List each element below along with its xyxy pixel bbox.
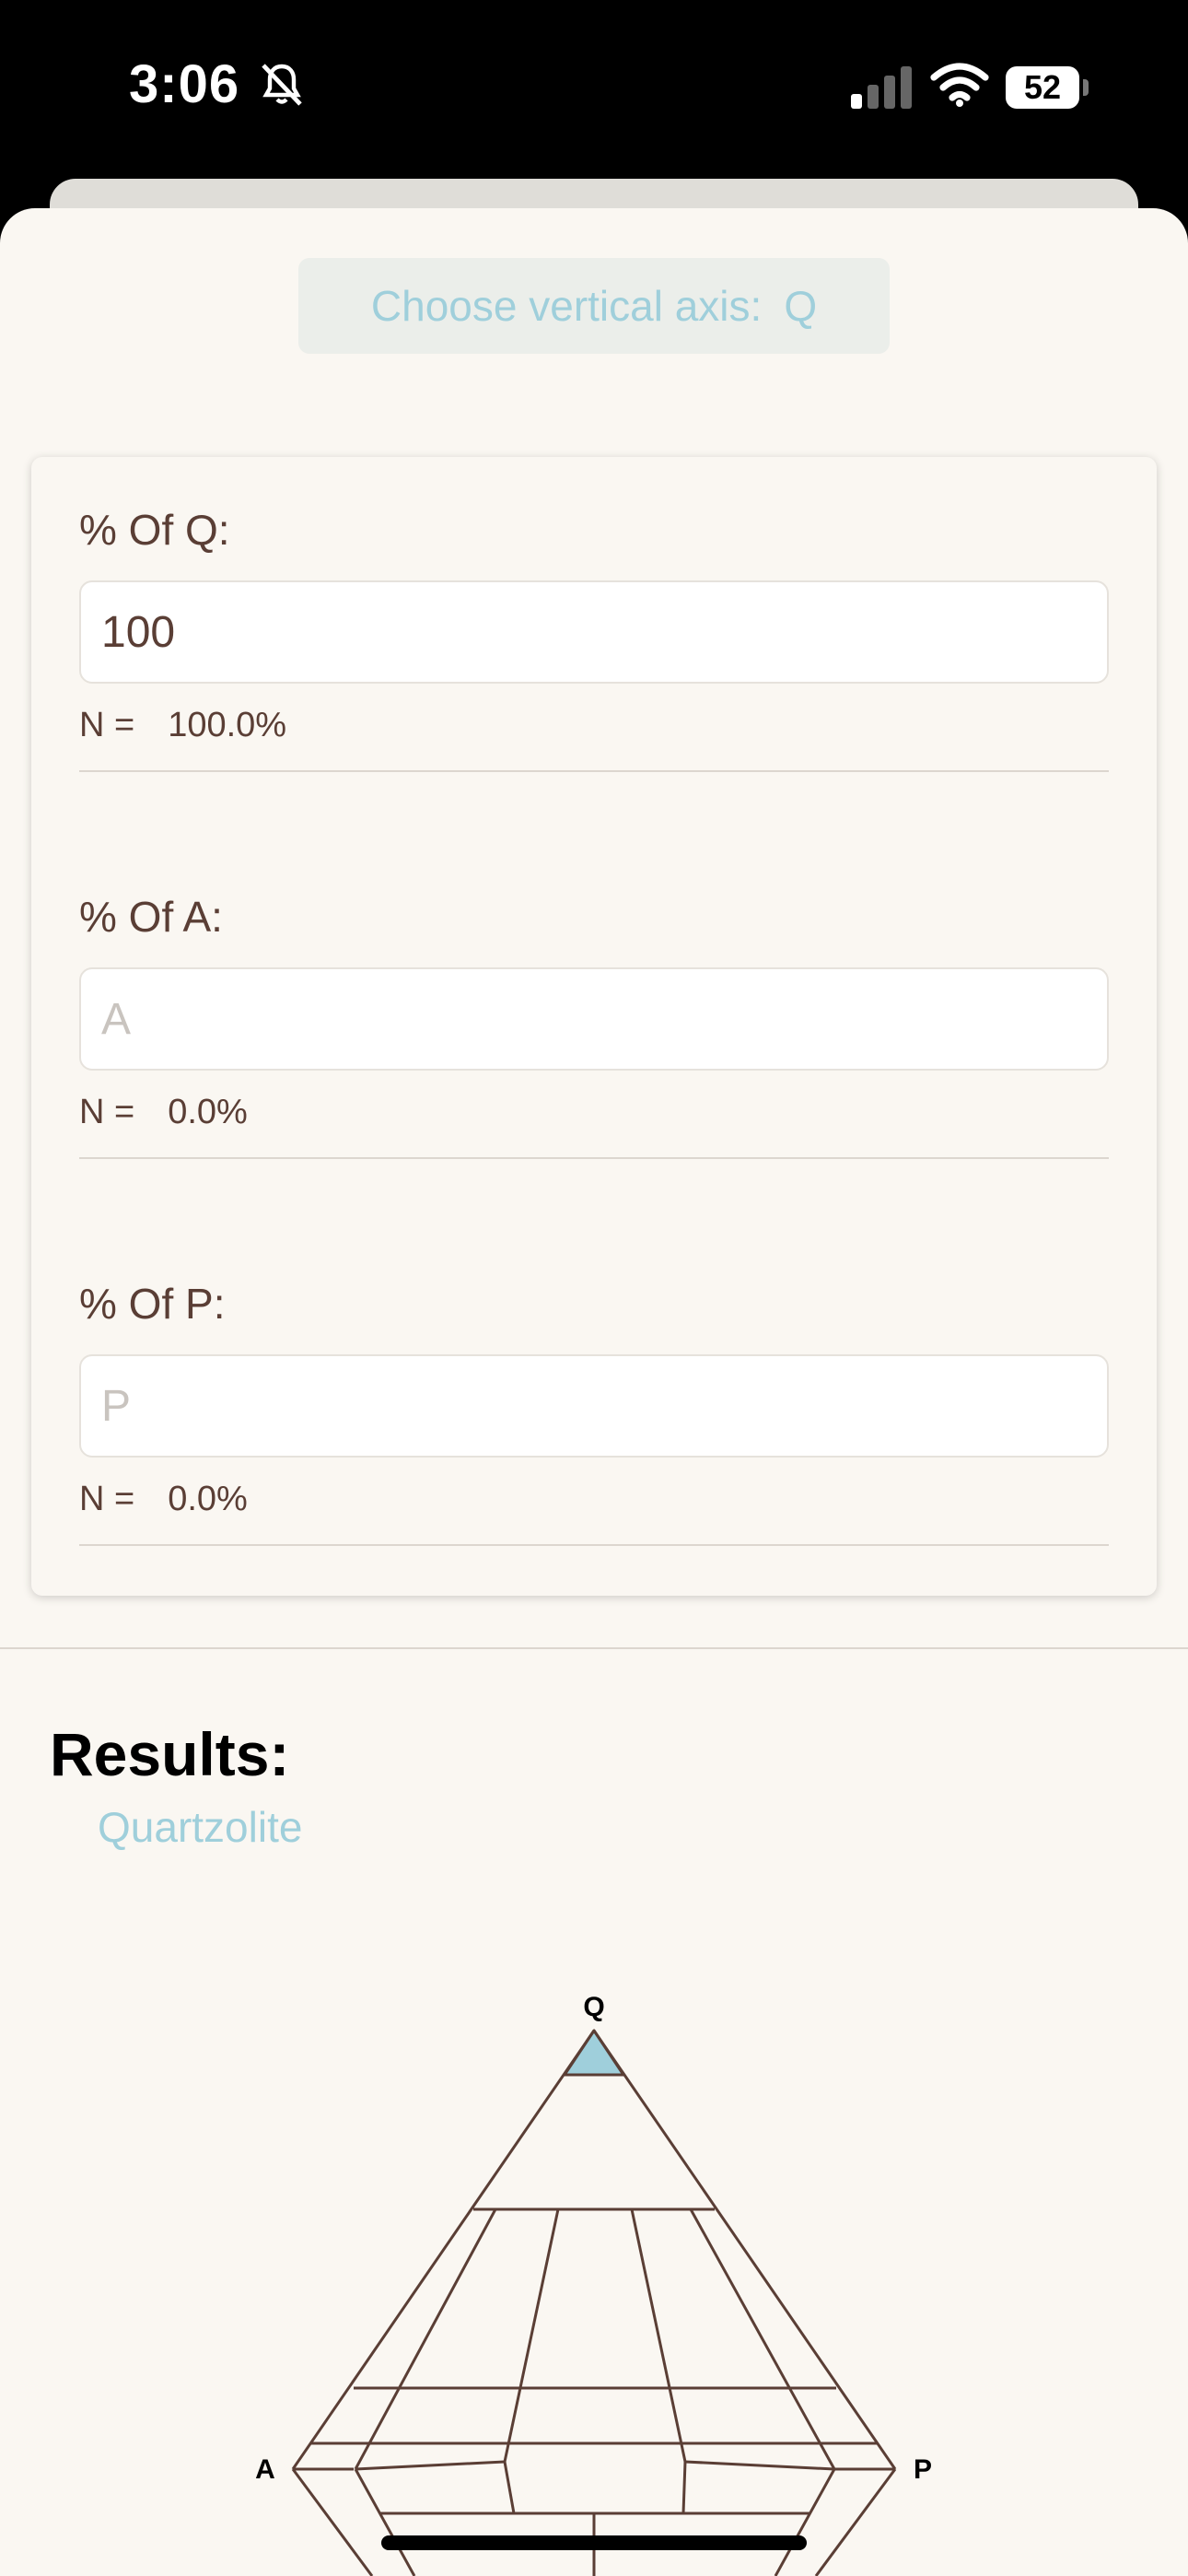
results-heading: Results:	[50, 1720, 290, 1788]
vertex-label-p: P	[914, 2454, 932, 2485]
field-result-a: N = 0.0%	[79, 1093, 248, 1132]
divider	[79, 1544, 1109, 1546]
field-label-p: % Of P:	[79, 1280, 226, 1328]
field-label-a: % Of A:	[79, 893, 223, 941]
qap-diagram: Q A P	[255, 1992, 932, 2576]
divider-mid-right	[630, 2208, 687, 2463]
lower-left	[291, 2468, 374, 2576]
boundary-lower-right	[684, 2460, 835, 2471]
wifi-icon	[930, 63, 989, 107]
main-sheet: Choose vertical axis: Q % Of Q: N = 100.0%…	[0, 208, 1188, 2576]
battery-cap	[1083, 79, 1089, 96]
divider	[79, 770, 1109, 772]
vertical-axis-button[interactable]: Choose vertical axis: Q	[298, 258, 890, 354]
divider-mid-left-lower	[503, 2461, 516, 2514]
divider-right-lower	[774, 2468, 836, 2576]
status-bar: 3:06 52	[0, 0, 1188, 184]
p-percent-input[interactable]	[79, 1354, 1109, 1458]
divider-left	[354, 2208, 497, 2470]
result-value-q: 100.0%	[168, 706, 287, 744]
vertex-label-a: A	[255, 2454, 275, 2485]
divider-mid-left	[503, 2208, 560, 2463]
vertex-label-q: Q	[583, 1992, 604, 2022]
result-label-q: N =	[79, 706, 135, 744]
divider-mid-right-lower	[681, 2461, 687, 2514]
lower-right	[814, 2468, 897, 2576]
boundary-lower	[355, 2460, 506, 2471]
result-value-p: 0.0%	[168, 1480, 248, 1518]
divider-right	[689, 2208, 836, 2470]
status-time: 3:06	[129, 54, 240, 114]
axis-button-label: Choose vertical axis:	[370, 282, 763, 330]
quartzolite-region	[563, 2029, 625, 2077]
field-result-p: N = 0.0%	[79, 1480, 248, 1519]
home-indicator[interactable]	[381, 2535, 807, 2550]
q-percent-input[interactable]	[79, 580, 1109, 684]
result-label-a: N =	[79, 1093, 135, 1131]
divider	[79, 1157, 1109, 1159]
results-value: Quartzolite	[98, 1803, 303, 1851]
axis-button-value: Q	[784, 282, 818, 330]
cellular-signal-icon	[851, 66, 912, 109]
a-percent-input[interactable]	[79, 967, 1109, 1071]
field-result-q: N = 100.0%	[79, 706, 286, 745]
field-label-q: % Of Q:	[79, 506, 230, 554]
bell-slash-icon	[262, 64, 302, 106]
divider-left-lower	[354, 2468, 416, 2576]
section-divider	[0, 1647, 1188, 1649]
input-card: % Of Q: N = 100.0% % Of A: N = 0.0% % Of P…	[31, 457, 1157, 1596]
result-value-a: 0.0%	[168, 1093, 248, 1131]
result-label-p: N =	[79, 1480, 135, 1518]
battery-icon: 52	[1006, 66, 1079, 109]
